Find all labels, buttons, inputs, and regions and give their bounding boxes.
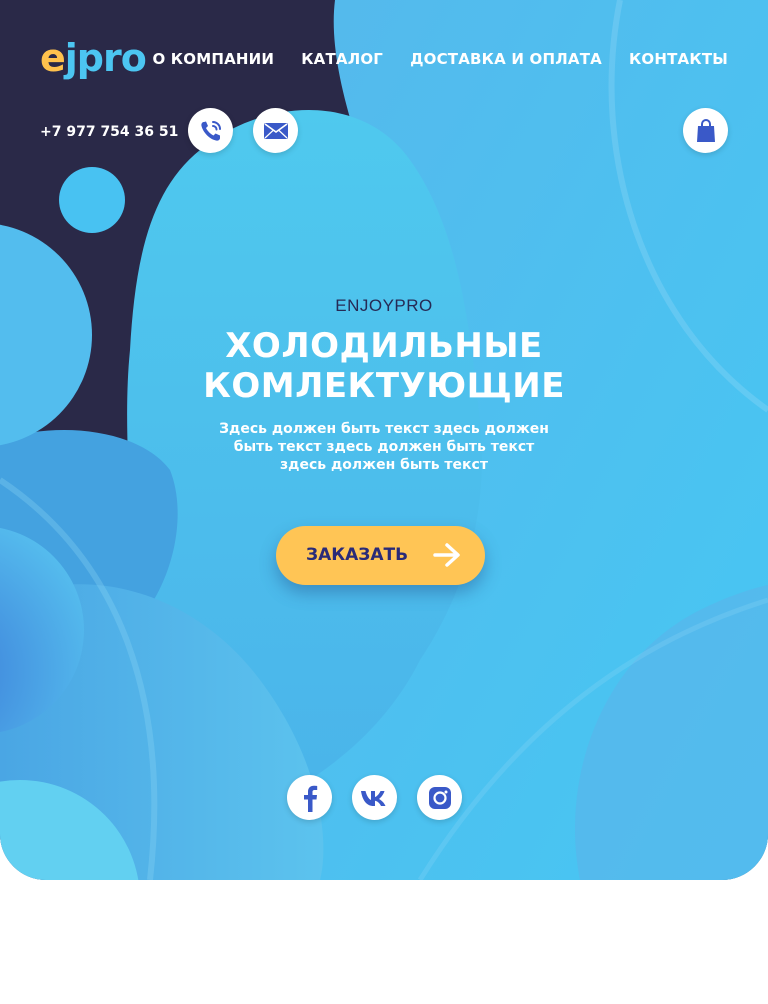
title-line-1: ХОЛОДИЛЬНЫЕ <box>225 326 543 366</box>
nav-item-delivery[interactable]: ДОСТАВКА И ОПЛАТА <box>410 48 602 70</box>
instagram-icon <box>428 786 451 809</box>
logo[interactable]: ejpro <box>40 36 147 80</box>
logo-text: jpro <box>64 36 147 80</box>
envelope-icon <box>263 122 288 139</box>
phone-number[interactable]: +7 977 754 36 51 <box>40 121 178 143</box>
order-button[interactable]: ЗАКАЗАТЬ <box>276 526 485 585</box>
nav-item-about[interactable]: О КОМПАНИИ <box>152 48 274 70</box>
social-facebook-button[interactable] <box>287 775 332 820</box>
cart-button[interactable] <box>683 108 728 153</box>
brand-label: ENJOYPRO <box>335 296 433 315</box>
mail-button[interactable] <box>253 108 298 153</box>
facebook-icon <box>303 785 317 812</box>
order-button-label: ЗАКАЗАТЬ <box>306 545 409 565</box>
social-instagram-button[interactable] <box>417 775 462 820</box>
shopping-bag-icon <box>696 118 715 142</box>
main-nav: О КОМПАНИИ КАТАЛОГ ДОСТАВКА И ОПЛАТА КОН… <box>152 48 728 70</box>
hero-description: Здесь должен быть текст здесь должен быт… <box>219 421 549 473</box>
nav-item-catalog[interactable]: КАТАЛОГ <box>301 48 383 70</box>
logo-letter-e: e <box>40 36 66 80</box>
page-title: ХОЛОДИЛЬНЫЕ КОМЛЕКТУЮЩИЕ <box>0 326 768 406</box>
phone-call-icon <box>200 120 221 141</box>
social-vk-button[interactable] <box>352 775 397 820</box>
vk-icon <box>360 790 385 806</box>
title-line-2: КОМЛЕКТУЮЩИЕ <box>203 366 565 406</box>
nav-item-contacts[interactable]: КОНТАКТЫ <box>629 48 728 70</box>
hero-section: ejpro О КОМПАНИИ КАТАЛОГ ДОСТАВКА И ОПЛА… <box>0 0 768 880</box>
call-button[interactable] <box>188 108 233 153</box>
arrow-right-icon <box>433 543 460 567</box>
